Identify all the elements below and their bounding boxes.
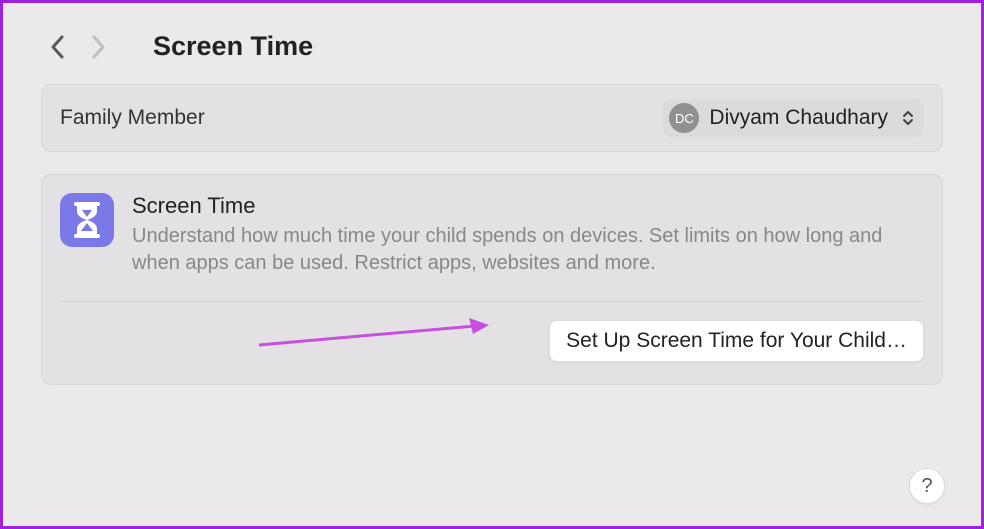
updown-icon [902, 110, 914, 126]
family-member-panel: Family Member DC Divyam Chaudhary [41, 84, 943, 152]
chevron-right-icon [89, 34, 107, 60]
family-member-label: Family Member [60, 106, 205, 130]
help-button[interactable]: ? [909, 468, 945, 504]
family-member-name: Divyam Chaudhary [709, 106, 888, 130]
screen-time-panel: Screen Time Understand how much time you… [41, 174, 943, 385]
hourglass-icon [60, 193, 114, 247]
family-member-selector[interactable]: DC Divyam Chaudhary [663, 99, 924, 137]
divider [60, 301, 924, 302]
back-button[interactable] [43, 32, 73, 62]
header-bar: Screen Time [3, 3, 981, 84]
page-title: Screen Time [153, 31, 313, 62]
help-icon: ? [921, 475, 932, 498]
screen-time-row: Screen Time Understand how much time you… [60, 193, 924, 277]
chevron-left-icon [49, 34, 67, 60]
arrow-annotation-icon [255, 312, 495, 357]
forward-button[interactable] [83, 32, 113, 62]
screen-time-text: Screen Time Understand how much time you… [132, 193, 924, 277]
avatar: DC [669, 103, 699, 133]
setup-screen-time-button[interactable]: Set Up Screen Time for Your Child… [549, 320, 924, 362]
screen-time-title: Screen Time [132, 193, 924, 219]
screen-time-description: Understand how much time your child spen… [132, 223, 924, 277]
setup-row: Set Up Screen Time for Your Child… [60, 320, 924, 362]
